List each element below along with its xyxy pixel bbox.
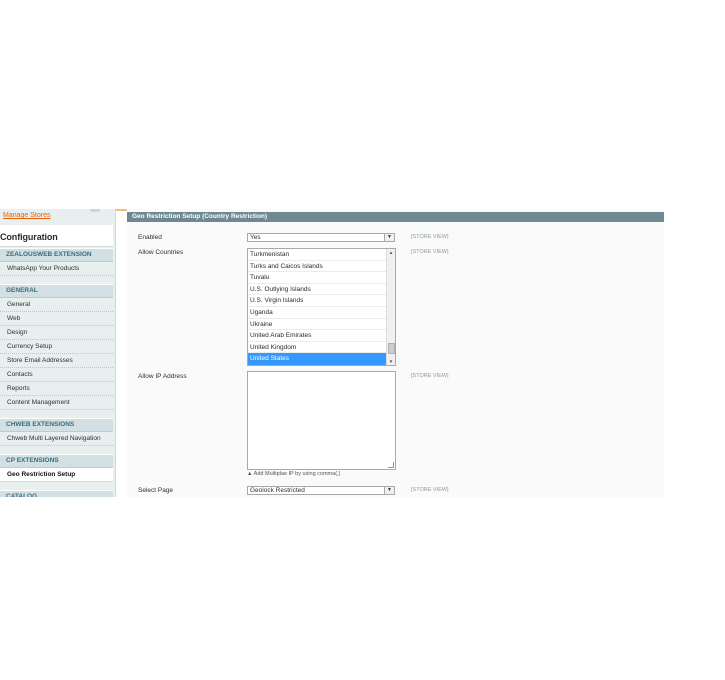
allow-countries-scope: [STORE VIEW] xyxy=(411,249,449,255)
country-option[interactable]: Turks and Caicos Islands xyxy=(248,261,386,273)
allow-ip-textarea[interactable] xyxy=(247,371,396,470)
scroll-thumb[interactable] xyxy=(388,343,395,354)
nav-gap xyxy=(0,276,113,284)
nav-item[interactable]: Reports xyxy=(0,382,113,396)
country-option[interactable]: Tuvalu xyxy=(248,272,386,284)
nav-item[interactable]: Contacts xyxy=(0,368,113,382)
country-options: Turkmenistan Turks and Caicos Islands Tuva… xyxy=(248,249,395,365)
country-option[interactable]: Ukraine xyxy=(248,319,386,331)
nav-section-title: CATALOG xyxy=(0,490,113,497)
enabled-select[interactable]: Yes ▼ xyxy=(247,233,395,242)
nav-item[interactable]: Chweb Multi Layered Navigation xyxy=(0,432,113,446)
nav-item[interactable]: WhatsApp Your Products xyxy=(0,262,113,276)
country-option[interactable]: U.S. Outlying Islands xyxy=(248,284,386,296)
nav-gap xyxy=(0,482,113,490)
configuration-title-box: Configuration xyxy=(0,225,113,247)
section-header[interactable]: Geo Restriction Setup (Country Restricti… xyxy=(127,212,664,222)
nav-item[interactable]: Currency Setup xyxy=(0,340,113,354)
chevron-down-icon[interactable]: ▼ xyxy=(384,234,394,241)
note-arrow-icon: ▲ xyxy=(247,471,254,477)
select-page-scope: [STORE VIEW] xyxy=(411,487,449,493)
configuration-title: Configuration xyxy=(0,232,58,242)
select-page-label: Select Page xyxy=(138,487,174,494)
scroll-up-arrow-icon[interactable]: ▲ xyxy=(387,249,395,256)
sidebar: Manage Stores Configuration ZEALOUSWEB E… xyxy=(0,209,116,497)
nav-item[interactable]: Content Management xyxy=(0,396,113,410)
chevron-down-icon[interactable]: ▼ xyxy=(384,487,394,494)
nav-item[interactable]: Geo Restriction Setup xyxy=(0,468,113,482)
allow-ip-note-text: Add Multiplae IP by using comma(,) xyxy=(253,471,341,477)
enabled-scope: [STORE VIEW] xyxy=(411,234,449,240)
select-page-select[interactable]: Geolock Restricted ▼ xyxy=(247,486,395,495)
nav-item[interactable]: Design xyxy=(0,326,113,340)
enabled-label: Enabled xyxy=(138,234,162,241)
nav-section-title: CP EXTENSIONS xyxy=(0,454,113,468)
nav-gap xyxy=(0,410,113,418)
country-option[interactable]: U.S. Virgin Islands xyxy=(248,295,386,307)
country-option[interactable]: Turkmenistan xyxy=(248,249,386,261)
allow-countries-label: Allow Countries xyxy=(138,249,184,256)
listbox-scrollbar[interactable]: ▲ ▼ xyxy=(386,249,395,365)
store-switcher-button[interactable] xyxy=(90,209,100,212)
select-page-value: Geolock Restricted xyxy=(250,487,305,494)
scroll-down-arrow-icon[interactable]: ▼ xyxy=(387,358,395,365)
allow-ip-label: Allow IP Address xyxy=(138,373,187,380)
country-option[interactable]: United Kingdom xyxy=(248,342,386,354)
country-option[interactable]: United Arab Emirates xyxy=(248,330,386,342)
resize-grip-icon[interactable] xyxy=(388,462,394,468)
admin-screenshot: Manage Stores Configuration ZEALOUSWEB E… xyxy=(0,209,664,497)
nav-section-title: ZEALOUSWEB EXTENSION xyxy=(0,248,113,262)
allow-ip-note: ▲ Add Multiplae IP by using comma(,) xyxy=(247,471,340,477)
country-option[interactable]: United States xyxy=(248,353,386,365)
enabled-value: Yes xyxy=(250,234,261,241)
config-nav: ZEALOUSWEB EXTENSION WhatsApp Your Produc… xyxy=(0,248,113,497)
country-option[interactable]: Uganda xyxy=(248,307,386,319)
nav-section-title: CHWEB EXTENSIONS xyxy=(0,418,113,432)
nav-section-title: GENERAL xyxy=(0,284,113,298)
manage-stores-link[interactable]: Manage Stores xyxy=(3,212,50,219)
nav-item[interactable]: General xyxy=(0,298,113,312)
allow-ip-scope: [STORE VIEW] xyxy=(411,373,449,379)
nav-item[interactable]: Web xyxy=(0,312,113,326)
main-content: Geo Restriction Setup (Country Restricti… xyxy=(127,209,664,497)
nav-item[interactable]: Store Email Addresses xyxy=(0,354,113,368)
allow-countries-multiselect[interactable]: Turkmenistan Turks and Caicos Islands Tuva… xyxy=(247,248,396,366)
nav-gap xyxy=(0,446,113,454)
